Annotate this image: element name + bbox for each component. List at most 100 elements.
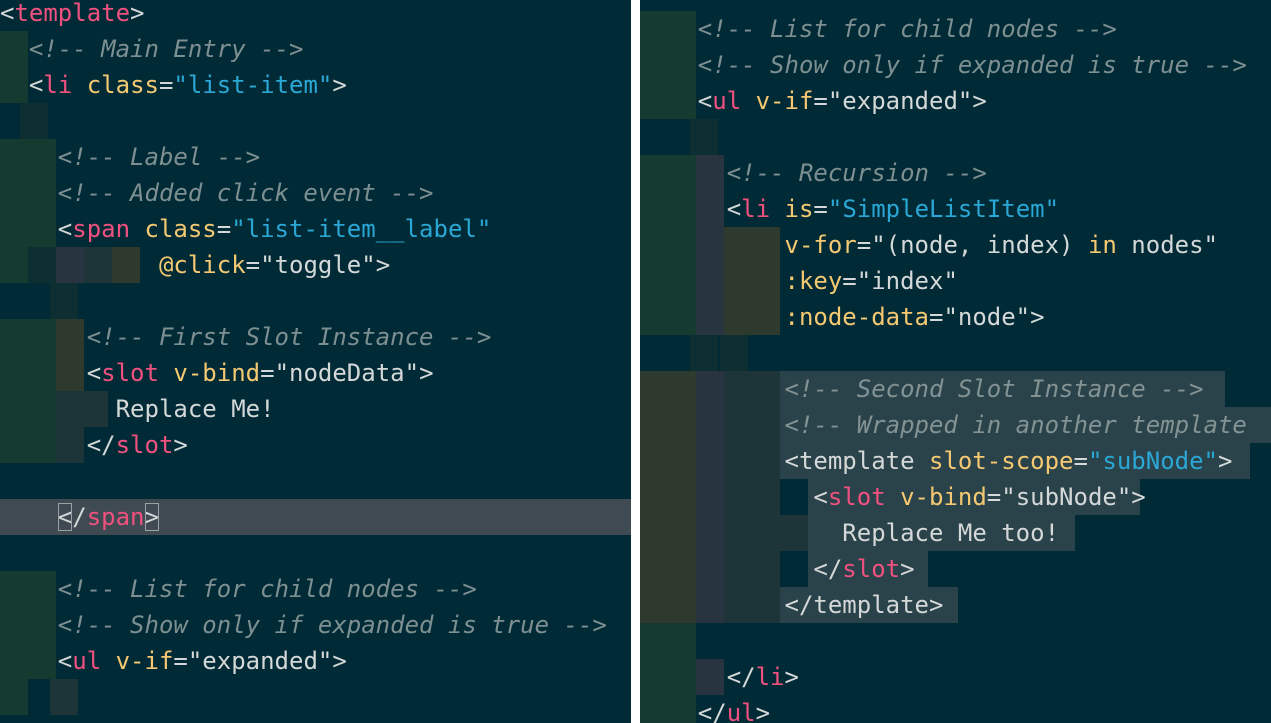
- pane-divider[interactable]: [631, 0, 640, 723]
- code-token: "SimpleListItem": [827, 195, 1060, 223]
- code-line[interactable]: </span>: [0, 499, 631, 535]
- code-token: "index": [856, 267, 958, 295]
- code-line-text: @click="toggle">: [0, 247, 390, 283]
- code-token: =: [1073, 447, 1088, 475]
- code-line-text: </ul>: [640, 695, 770, 723]
- code-line[interactable]: [0, 679, 631, 715]
- code-line[interactable]: [0, 535, 631, 571]
- code-token: "node": [943, 303, 1031, 331]
- code-line-text: </template>: [640, 587, 943, 623]
- code-line[interactable]: Replace Me!: [0, 391, 631, 427]
- code-line[interactable]: <ul v-if="expanded">: [0, 643, 631, 679]
- code-line[interactable]: <!-- List for child nodes -->: [640, 11, 1271, 47]
- code-token: v-if: [101, 647, 174, 675]
- code-line[interactable]: <li class="list-item">: [0, 67, 631, 103]
- code-line-text: </li>: [640, 659, 799, 695]
- code-token: li: [755, 663, 785, 691]
- code-token: </: [640, 591, 814, 619]
- code-line-text: :node-data="node">: [640, 299, 1044, 335]
- code-line[interactable]: <li is="SimpleListItem": [640, 191, 1271, 227]
- code-token: <: [0, 215, 73, 243]
- code-line[interactable]: [640, 335, 1271, 371]
- code-line-text: <!-- Second Slot Instance -->: [640, 371, 1203, 407]
- code-line[interactable]: <!-- Main Entry -->: [0, 31, 631, 67]
- code-line[interactable]: </slot>: [0, 427, 631, 463]
- code-token: <: [0, 0, 15, 27]
- editor-pane-right[interactable]: <!-- List for child nodes --> <!-- Show …: [640, 0, 1271, 723]
- code-token: >: [130, 0, 145, 27]
- code-line[interactable]: @click="toggle">: [0, 247, 631, 283]
- indent-guide: [20, 103, 48, 139]
- code-token: slot: [115, 431, 174, 459]
- code-line[interactable]: </li>: [640, 659, 1271, 695]
- code-token: >: [375, 251, 391, 279]
- code-line[interactable]: <!-- List for child nodes -->: [0, 571, 631, 607]
- code-line[interactable]: <!-- First Slot Instance -->: [0, 319, 631, 355]
- code-token: <!-- Main Entry -->: [0, 35, 304, 63]
- code-token: <!-- List for child nodes -->: [0, 575, 477, 603]
- code-line-text: <!-- Label -->: [0, 139, 260, 175]
- code-area-left[interactable]: <template> <!-- Main Entry --> <li class…: [0, 0, 631, 715]
- code-area-right[interactable]: <!-- List for child nodes --> <!-- Show …: [640, 11, 1271, 723]
- code-line-text: <!-- Show only if expanded is true -->: [640, 47, 1247, 83]
- code-line[interactable]: <!-- Show only if expanded is true -->: [0, 607, 631, 643]
- code-token: >: [972, 87, 987, 115]
- code-token: </: [640, 555, 843, 583]
- code-token: </: [640, 699, 727, 723]
- code-token: template: [14, 0, 131, 27]
- code-token: =: [245, 251, 261, 279]
- code-line-text: <!-- Recursion -->: [640, 155, 987, 191]
- code-line[interactable]: <ul v-if="expanded">: [640, 83, 1271, 119]
- code-token: slot: [101, 359, 159, 387]
- code-line[interactable]: Replace Me too!: [640, 515, 1271, 551]
- code-line[interactable]: <span class="list-item__label": [0, 211, 631, 247]
- code-token: "toggle": [260, 251, 376, 279]
- code-token: span: [72, 215, 131, 243]
- code-line[interactable]: [0, 463, 631, 499]
- code-line[interactable]: :key="index": [640, 263, 1271, 299]
- code-token: >: [332, 647, 347, 675]
- code-line-text: <!-- Show only if expanded is true -->: [0, 607, 607, 643]
- code-line[interactable]: [0, 283, 631, 319]
- code-line[interactable]: v-for="(node, index) in nodes": [640, 227, 1271, 263]
- code-token: is: [770, 195, 814, 223]
- code-line[interactable]: <!-- Show only if expanded is true -->: [640, 47, 1271, 83]
- code-token: =: [216, 215, 232, 243]
- indent-guide: [668, 623, 696, 659]
- code-token: <!-- List for child nodes -->: [640, 15, 1117, 43]
- code-line[interactable]: <!-- Recursion -->: [640, 155, 1271, 191]
- code-line[interactable]: <slot v-bind="subNode">: [640, 479, 1271, 515]
- code-line-text: <template slot-scope="subNode">: [640, 443, 1232, 479]
- code-line-text: <slot v-bind="subNode">: [640, 479, 1145, 515]
- code-token: slot: [827, 483, 886, 511]
- code-token: "expanded": [827, 87, 973, 115]
- code-line[interactable]: <!-- Label -->: [0, 139, 631, 175]
- code-line[interactable]: </template>: [640, 587, 1271, 623]
- code-token: template: [798, 447, 915, 475]
- code-token: <!-- First Slot Instance -->: [0, 323, 492, 351]
- code-line[interactable]: </ul>: [640, 695, 1271, 723]
- code-line[interactable]: <!-- Wrapped in another template: [640, 407, 1271, 443]
- code-token: <: [640, 87, 713, 115]
- code-line[interactable]: <!-- Second Slot Instance -->: [640, 371, 1271, 407]
- code-line[interactable]: :node-data="node">: [640, 299, 1271, 335]
- code-line[interactable]: <template>: [0, 0, 631, 31]
- code-line[interactable]: <!-- Added click event -->: [0, 175, 631, 211]
- code-line[interactable]: </slot>: [640, 551, 1271, 587]
- split-editor: <template> <!-- Main Entry --> <li class…: [0, 0, 1271, 723]
- code-line[interactable]: <slot v-bind="nodeData">: [0, 355, 631, 391]
- code-line[interactable]: <template slot-scope="subNode">: [640, 443, 1271, 479]
- code-token: =: [173, 647, 188, 675]
- code-token: <!-- Label -->: [0, 143, 261, 171]
- code-token: =: [813, 195, 828, 223]
- code-token: "subNode": [1001, 483, 1132, 511]
- code-line-text: <!-- Main Entry -->: [0, 31, 304, 67]
- code-token: ul: [72, 647, 102, 675]
- code-token: <!-- Added click event -->: [0, 179, 434, 207]
- code-line[interactable]: [640, 119, 1271, 155]
- code-line[interactable]: [0, 103, 631, 139]
- editor-pane-left[interactable]: <template> <!-- Main Entry --> <li class…: [0, 0, 631, 723]
- code-token: :node-data: [640, 303, 929, 331]
- matched-bracket: >: [144, 503, 159, 531]
- code-line[interactable]: [640, 623, 1271, 659]
